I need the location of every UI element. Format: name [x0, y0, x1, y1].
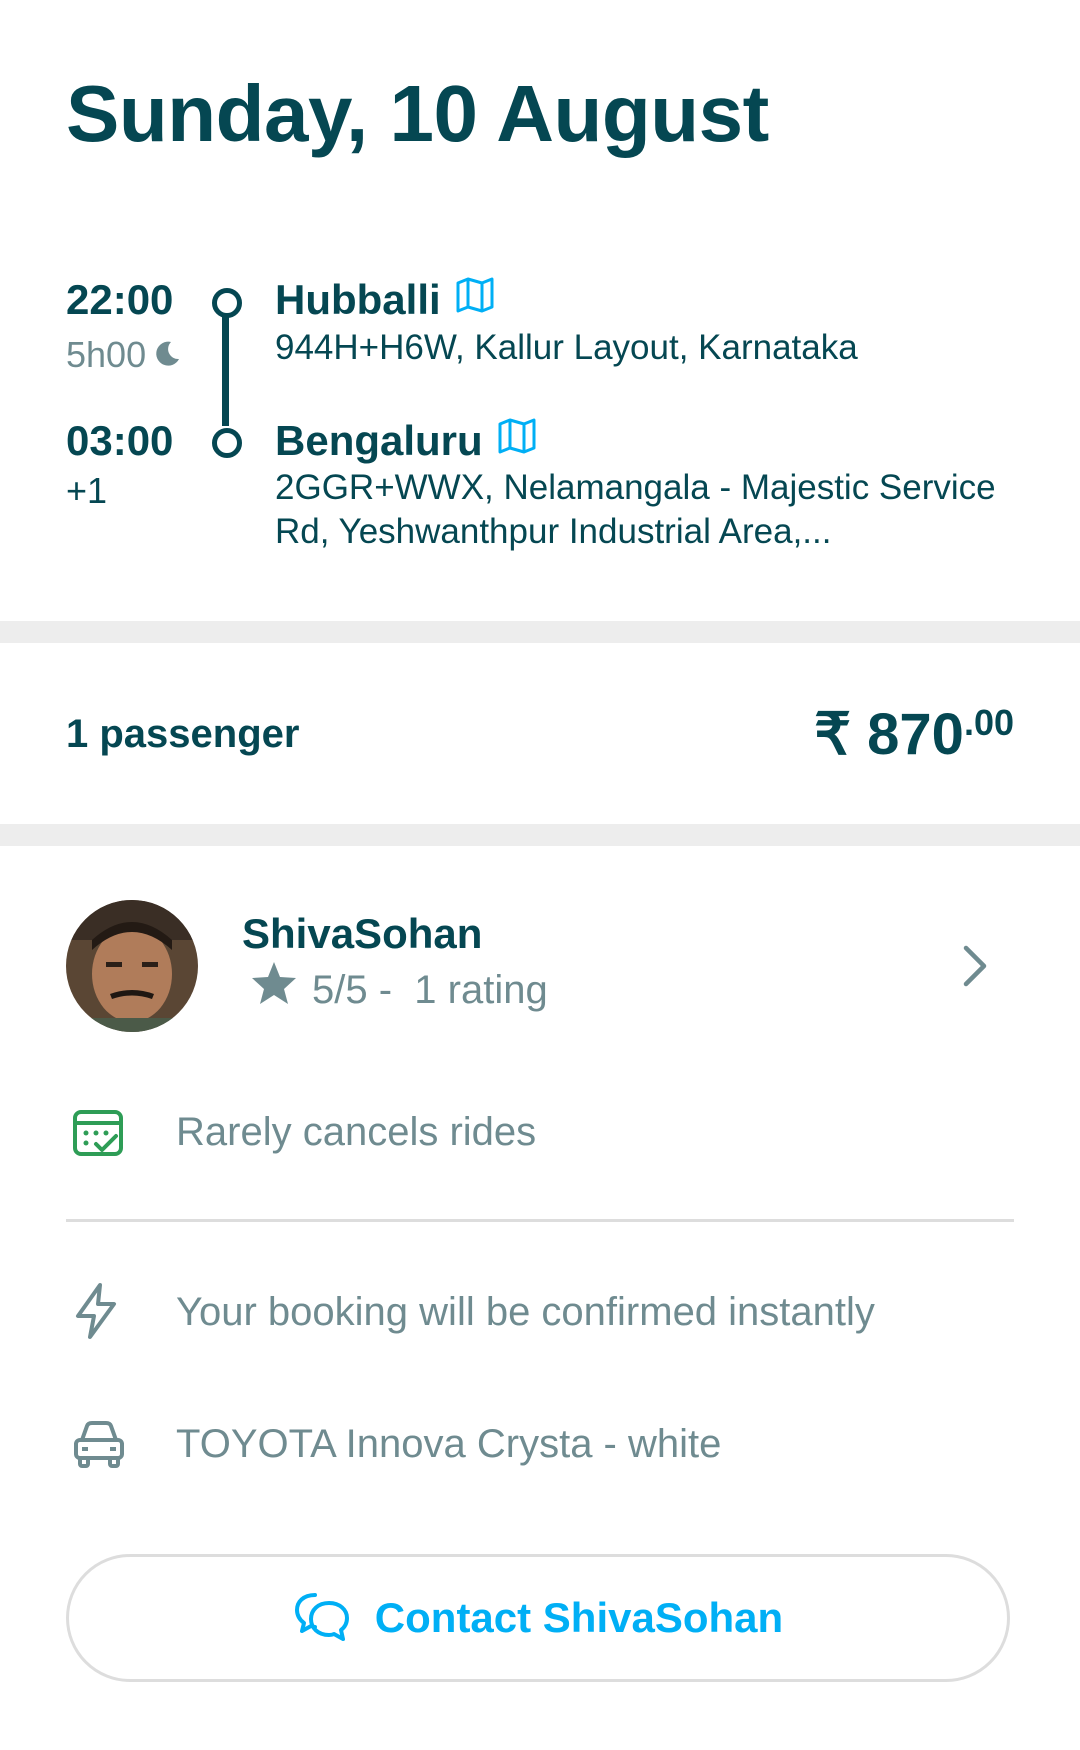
feature-rarely-cancels: Rarely cancels rides: [176, 1110, 537, 1154]
arrival-stop[interactable]: Bengaluru: [275, 417, 537, 465]
passenger-count: 1 passenger: [66, 712, 300, 756]
departure-address: 944H+H6W, Kallur Layout, Karnataka: [275, 328, 858, 367]
price: ₹ 870.00: [814, 700, 1014, 768]
section-divider: [0, 824, 1080, 846]
car-icon: [72, 1418, 126, 1475]
page-title: Sunday, 10 August: [66, 69, 769, 158]
rating-value: 5/5 -: [312, 968, 393, 1012]
map-icon[interactable]: [497, 417, 537, 465]
map-icon[interactable]: [455, 276, 495, 324]
arrival-address: 2GGR+WWX, Nelamangala - Majestic Service…: [275, 468, 996, 551]
departure-stop[interactable]: Hubballi: [275, 276, 495, 324]
arrival-node-icon: [212, 428, 242, 458]
rating-count: 1 rating: [414, 968, 548, 1012]
feature-instant-booking: Your booking will be confirmed instantly: [176, 1290, 875, 1334]
arrival-day-offset: +1: [66, 470, 108, 511]
route-line: [222, 316, 229, 426]
price-decimal: .00: [963, 702, 1014, 743]
feature-vehicle: TOYOTA Innova Crysta - white: [176, 1422, 722, 1466]
lightning-icon: [72, 1282, 120, 1345]
star-icon: [250, 960, 298, 1016]
driver-rating: 5/5 - 1 rating: [250, 962, 548, 1016]
contact-driver-button[interactable]: Contact ShivaSohan: [66, 1554, 1010, 1682]
driver-name[interactable]: ShivaSohan: [242, 910, 482, 958]
currency-symbol: ₹: [814, 702, 852, 767]
arrival-city: Bengaluru: [275, 417, 483, 464]
departure-node-icon: [212, 288, 242, 318]
duration-text: 5h00: [66, 334, 147, 375]
departure-time: 22:00: [66, 276, 174, 323]
arrival-time: 03:00: [66, 417, 174, 464]
moon-icon: [152, 336, 182, 378]
trip-duration: 5h00: [66, 334, 182, 378]
contact-button-label: Contact ShivaSohan: [374, 1594, 784, 1641]
feature-divider: [66, 1219, 1014, 1222]
chat-icon: [293, 1589, 351, 1648]
chevron-right-icon[interactable]: [960, 944, 990, 993]
driver-avatar[interactable]: [66, 900, 198, 1032]
price-main: 870: [867, 702, 964, 767]
section-divider: [0, 621, 1080, 643]
departure-city: Hubballi: [275, 276, 441, 323]
calendar-check-icon: [72, 1106, 124, 1163]
